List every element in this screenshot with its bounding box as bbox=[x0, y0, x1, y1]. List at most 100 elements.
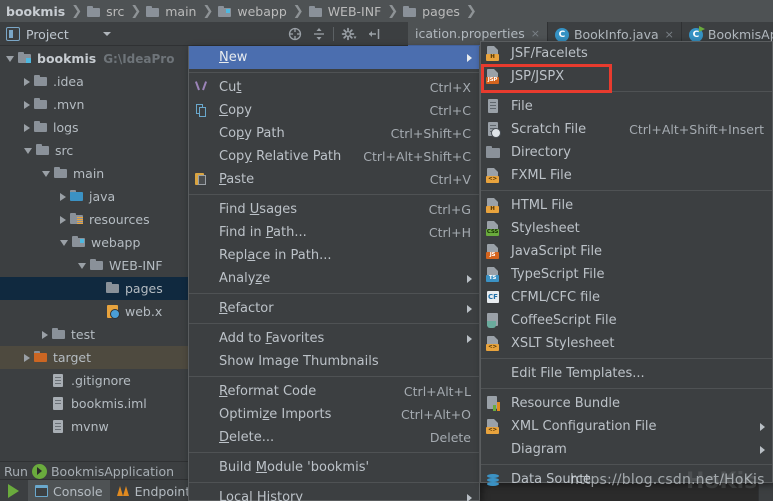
editor-tab-label: BookmisAp bbox=[707, 27, 773, 42]
context-menu[interactable]: New Cut Ctrl+X Copy Ctrl+C Copy Path Ctrl+Shif… bbox=[188, 46, 480, 501]
chevron-right-icon[interactable] bbox=[60, 192, 66, 201]
settings-gear-icon[interactable] bbox=[341, 26, 357, 42]
folder-icon bbox=[146, 5, 160, 17]
submenu-item-edit-file-templates[interactable]: Edit File Templates... bbox=[481, 362, 772, 385]
directory-icon bbox=[486, 145, 502, 160]
menu-item-find-usages[interactable]: Find Usages Ctrl+G bbox=[189, 198, 479, 221]
tree-row-label: logs bbox=[53, 120, 79, 135]
submenu-item-directory[interactable]: Directory bbox=[481, 141, 772, 164]
submenu-item-diagram[interactable]: Diagram bbox=[481, 438, 772, 461]
chevron-right-icon[interactable] bbox=[60, 215, 66, 224]
chevron-down-icon[interactable] bbox=[78, 262, 86, 269]
submenu-item-cfml-cfc-file[interactable]: CF CFML/CFC file bbox=[481, 286, 772, 309]
toolbar-divider bbox=[333, 27, 334, 41]
submenu-item-typescript-file[interactable]: TS TypeScript File bbox=[481, 263, 772, 286]
menu-item-replace-in-path[interactable]: Replace in Path... bbox=[189, 244, 479, 267]
submenu-item-file[interactable]: File bbox=[481, 95, 772, 118]
menu-item-show-image-thumbnails[interactable]: Show Image Thumbnails bbox=[189, 350, 479, 373]
submenu-item-xml-configuration-file[interactable]: <> XML Configuration File bbox=[481, 415, 772, 438]
watermark: https://blog.csdn.net/HoKis bbox=[570, 472, 765, 488]
chevron-right-icon[interactable] bbox=[24, 100, 30, 109]
expand-all-icon[interactable] bbox=[311, 26, 327, 42]
menu-item-add-to-favorites[interactable]: Add to Favorites bbox=[189, 327, 479, 350]
submenu-item-html-file[interactable]: H HTML File bbox=[481, 194, 772, 217]
tab-console[interactable]: Console bbox=[28, 480, 110, 501]
breadcrumb-item-pages[interactable]: pages bbox=[403, 0, 462, 22]
tree-row-label-wrap: test bbox=[71, 327, 95, 342]
breadcrumb-item-bookmis[interactable]: bookmis bbox=[4, 0, 67, 22]
submenu-item-xslt-stylesheet[interactable]: <> XSLT Stylesheet bbox=[481, 332, 772, 355]
chevron-down-icon[interactable] bbox=[6, 55, 14, 62]
new-submenu[interactable]: H JSF/Facelets JSP JSP/JSPX File Scratch File… bbox=[480, 41, 773, 487]
breadcrumb-item-main[interactable]: main bbox=[146, 0, 198, 22]
chevron-right-icon[interactable] bbox=[42, 330, 48, 339]
hide-panel-icon[interactable] bbox=[366, 26, 382, 42]
submenu-item-label: Stylesheet bbox=[511, 221, 580, 236]
chevron-down-icon[interactable] bbox=[24, 147, 32, 154]
menu-separator bbox=[481, 358, 772, 359]
menu-item-delete[interactable]: Delete... Delete bbox=[189, 426, 479, 449]
submenu-item-scratch-file[interactable]: Scratch File Ctrl+Alt+Shift+Insert bbox=[481, 118, 772, 141]
close-icon[interactable]: × bbox=[665, 28, 674, 41]
submenu-item-label: TypeScript File bbox=[511, 267, 605, 282]
menu-item-copy-relative-path[interactable]: Copy Relative Path Ctrl+Alt+Shift+C bbox=[189, 145, 479, 168]
menu-item-copy-path[interactable]: Copy Path Ctrl+Shift+C bbox=[189, 122, 479, 145]
chevron-right-icon[interactable] bbox=[24, 77, 30, 86]
submenu-item-jsf-facelets[interactable]: H JSF/Facelets bbox=[481, 42, 772, 65]
folder-icon bbox=[53, 167, 68, 180]
chevron-right-icon[interactable] bbox=[24, 123, 30, 132]
spring-class-icon: C bbox=[688, 25, 705, 42]
chevron-down-icon[interactable] bbox=[60, 239, 68, 246]
menu-separator bbox=[481, 190, 772, 191]
menu-item-copy[interactable]: Copy Ctrl+C bbox=[189, 99, 479, 122]
menu-item-cut[interactable]: Cut Ctrl+X bbox=[189, 76, 479, 99]
submenu-item-coffeescript-file[interactable]: CoffeeScript File bbox=[481, 309, 772, 332]
menu-item-refactor[interactable]: Refactor bbox=[189, 297, 479, 320]
tree-row-label: target bbox=[53, 350, 92, 365]
menu-item-analyze[interactable]: Analyze bbox=[189, 267, 479, 290]
submenu-item-label: CoffeeScript File bbox=[511, 313, 617, 328]
run-configuration-name[interactable]: BookmisApplication bbox=[51, 464, 174, 479]
tab-endpoints-label: Endpoint bbox=[134, 483, 191, 499]
menu-item-paste[interactable]: Paste Ctrl+V bbox=[189, 168, 479, 191]
chevron-down-icon[interactable] bbox=[103, 32, 111, 36]
project-tool-window-button[interactable]: Project bbox=[6, 25, 69, 43]
folder-icon bbox=[51, 328, 66, 341]
spring-run-icon bbox=[31, 463, 47, 479]
breadcrumb[interactable]: bookmis ❯ src ❯ main ❯ webapp ❯ WEB-INF ❯ pages ❯ bbox=[0, 0, 773, 22]
menu-item-reformat-code[interactable]: Reformat Code Ctrl+Alt+L bbox=[189, 380, 479, 403]
rerun-button[interactable] bbox=[8, 484, 19, 498]
collapse-all-icon[interactable] bbox=[287, 26, 303, 42]
submenu-item-label: CFML/CFC file bbox=[511, 290, 600, 305]
tree-row-label-wrap: src bbox=[55, 143, 73, 158]
menu-item-new[interactable]: New bbox=[189, 46, 479, 69]
breadcrumb-item-webapp[interactable]: webapp bbox=[218, 0, 288, 22]
breadcrumb-item-src[interactable]: src bbox=[87, 0, 126, 22]
close-icon[interactable]: × bbox=[531, 27, 540, 40]
chevron-right-icon[interactable] bbox=[24, 353, 30, 362]
submenu-item-jsp-jspx[interactable]: JSP JSP/JSPX bbox=[481, 65, 772, 88]
menu-item-build-module-bookmis[interactable]: Build Module 'bookmis' bbox=[189, 456, 479, 479]
menu-item-label: Paste bbox=[219, 172, 255, 187]
menu-item-shortcut: Ctrl+G bbox=[428, 202, 471, 217]
chevron-right-icon bbox=[467, 54, 472, 62]
tab-endpoints[interactable]: Endpoint bbox=[110, 480, 198, 501]
breadcrumb-item-web-inf[interactable]: WEB-INF bbox=[308, 0, 384, 22]
menu-item-local-history[interactable]: Local History bbox=[189, 486, 479, 501]
breadcrumb-item-label: webapp bbox=[237, 3, 287, 19]
endpoints-icon bbox=[116, 485, 131, 497]
menu-item-optimize-imports[interactable]: Optimize Imports Ctrl+Alt+O bbox=[189, 403, 479, 426]
submenu-item-resource-bundle[interactable]: Resource Bundle bbox=[481, 392, 772, 415]
fxml-template-icon: <> bbox=[486, 168, 502, 183]
submenu-item-javascript-file[interactable]: JS JavaScript File bbox=[481, 240, 772, 263]
menu-item-find-in-path[interactable]: Find in Path... Ctrl+H bbox=[189, 221, 479, 244]
menu-item-label: Build Module 'bookmis' bbox=[219, 460, 370, 475]
submenu-item-fxml-file[interactable]: <> FXML File bbox=[481, 164, 772, 187]
chevron-down-icon[interactable] bbox=[42, 170, 50, 177]
breadcrumb-item-label: WEB-INF bbox=[327, 3, 382, 19]
menu-item-label: Copy Path bbox=[219, 126, 285, 141]
editor-tab-label: ication.properties bbox=[415, 26, 525, 41]
submenu-item-stylesheet[interactable]: CSS Stylesheet bbox=[481, 217, 772, 240]
webapp-folder-icon bbox=[71, 236, 86, 249]
tree-row-path: G:\IdeaPro bbox=[103, 52, 175, 66]
